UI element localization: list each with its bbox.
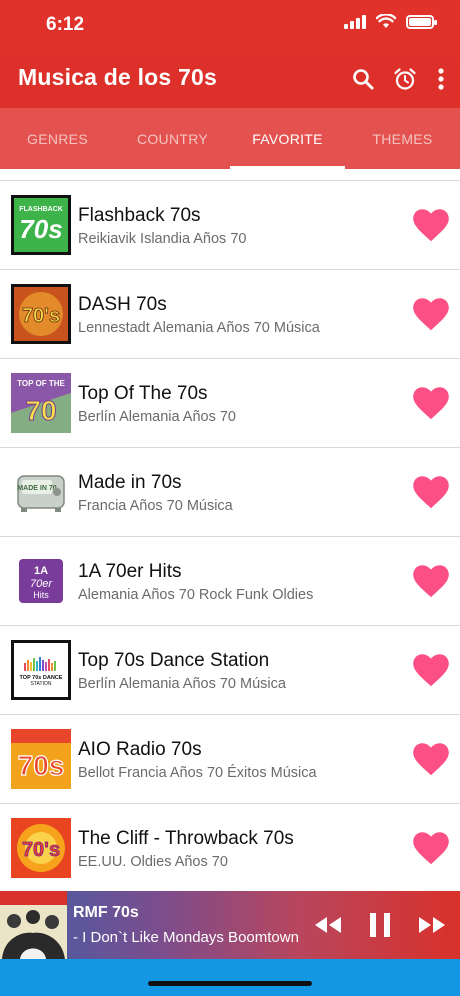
- station-description: Berlín Alemania Años 70 Música: [78, 676, 286, 692]
- now-playing-track: - I Don`t Like Mondays Boomtown Rats: [73, 929, 301, 946]
- album-art: [0, 891, 67, 959]
- rewind-button[interactable]: [310, 907, 346, 943]
- status-time: 6:12: [46, 14, 85, 35]
- station-row[interactable]: TOP 70s DANCE STATION Top 70s Dance Stat…: [0, 625, 460, 714]
- header-actions: [350, 64, 448, 94]
- status-bar: 6:12: [0, 0, 460, 50]
- signal-icon: [344, 14, 366, 29]
- station-logo: TOP 70s DANCE STATION: [11, 640, 71, 700]
- station-row[interactable]: 1A 70er Hits 1A 70er Hits Alemania Años …: [0, 536, 460, 625]
- tab-bar: GENRES COUNTRY FAVORITE THEMES: [0, 108, 460, 169]
- more-vert-icon: [438, 68, 444, 90]
- svg-text:STATION: STATION: [31, 681, 52, 687]
- station-description: Lennestadt Alemania Años 70 Música: [78, 320, 320, 336]
- tab-favorite[interactable]: FAVORITE: [230, 108, 345, 169]
- svg-text:Hits: Hits: [33, 590, 49, 600]
- station-name: 1A 70er Hits: [78, 561, 182, 582]
- heart-icon[interactable]: [412, 831, 450, 865]
- heart-icon[interactable]: [412, 208, 450, 242]
- station-row[interactable]: MADE IN 70 Made in 70s Francia Años 70 M…: [0, 447, 460, 536]
- station-row[interactable]: 70's DASH 70s Lennestadt Alemania Años 7…: [0, 269, 460, 358]
- station-row[interactable]: 70's The Cliff - Throwback 70s EE.UU. Ol…: [0, 803, 460, 891]
- station-description: Reikiavik Islandia Años 70: [78, 231, 247, 247]
- station-logo: MADE IN 70: [11, 462, 71, 522]
- svg-text:TOP OF THE: TOP OF THE: [17, 379, 65, 388]
- now-playing-station: RMF 70s: [73, 904, 139, 921]
- station-row[interactable]: 70s AIO Radio 70s Bellot Francia Años 70…: [0, 714, 460, 803]
- heart-icon[interactable]: [412, 653, 450, 687]
- station-row[interactable]: TOP OF THE 70 Top Of The 70s Berlín Alem…: [0, 358, 460, 447]
- station-name: AIO Radio 70s: [78, 739, 202, 760]
- home-indicator[interactable]: [148, 981, 312, 986]
- station-logo: 70s: [11, 729, 71, 789]
- svg-text:70s: 70s: [19, 214, 62, 244]
- station-name: Top Of The 70s: [78, 383, 208, 404]
- search-button[interactable]: [350, 64, 376, 94]
- station-name: Top 70s Dance Station: [78, 650, 270, 671]
- rewind-icon: [315, 917, 341, 933]
- svg-text:70s: 70s: [18, 750, 65, 781]
- search-icon: [353, 69, 374, 90]
- station-logo: 70's: [11, 818, 71, 878]
- heart-icon[interactable]: [412, 475, 450, 509]
- mini-player[interactable]: RMF 70s - I Don`t Like Mondays Boomtown …: [0, 891, 460, 959]
- svg-text:FLASHBACK: FLASHBACK: [19, 206, 63, 213]
- battery-icon: [406, 14, 437, 29]
- svg-text:70er: 70er: [30, 578, 53, 590]
- station-description: Francia Años 70 Música: [78, 498, 233, 514]
- alarm-icon: [394, 68, 416, 90]
- station-description: EE.UU. Oldies Años 70: [78, 854, 228, 870]
- svg-text:70's: 70's: [22, 305, 60, 327]
- station-logo: FLASHBACK 70s: [11, 195, 71, 255]
- station-description: Berlín Alemania Años 70: [78, 409, 236, 425]
- status-icons: [344, 14, 437, 29]
- station-name: The Cliff - Throwback 70s: [78, 828, 294, 849]
- station-logo: 1A 70er Hits: [11, 551, 71, 611]
- heart-icon[interactable]: [412, 297, 450, 331]
- heart-icon[interactable]: [412, 742, 450, 776]
- heart-icon[interactable]: [412, 386, 450, 420]
- station-name: Made in 70s: [78, 472, 182, 493]
- station-description: Bellot Francia Años 70 Éxitos Música: [78, 765, 317, 781]
- fast-forward-button[interactable]: [414, 907, 450, 943]
- svg-text:70: 70: [25, 395, 56, 426]
- alarm-button[interactable]: [392, 64, 418, 94]
- player-controls: [310, 907, 450, 943]
- station-name: DASH 70s: [78, 294, 167, 315]
- svg-text:1A: 1A: [34, 565, 48, 577]
- svg-text:MADE IN 70: MADE IN 70: [17, 485, 56, 492]
- fast-forward-icon: [419, 917, 445, 933]
- pause-button[interactable]: [362, 907, 398, 943]
- station-name: Flashback 70s: [78, 205, 201, 226]
- station-row[interactable]: FLASHBACK 70s Flashback 70s Reikiavik Is…: [0, 180, 460, 269]
- wifi-icon: [376, 14, 396, 28]
- station-logo: 70's: [11, 284, 71, 344]
- station-description: Alemania Años 70 Rock Funk Oldies: [78, 587, 314, 603]
- more-options-button[interactable]: [434, 64, 448, 94]
- app-header: 6:12 Musica de los 70s GENRES COUNTRY FA…: [0, 0, 460, 169]
- tab-country[interactable]: COUNTRY: [115, 108, 230, 169]
- favorite-station-list: FLASHBACK 70s Flashback 70s Reikiavik Is…: [0, 169, 460, 891]
- tab-genres[interactable]: GENRES: [0, 108, 115, 169]
- station-logo: TOP OF THE 70: [11, 373, 71, 433]
- bottom-bar: [0, 959, 460, 996]
- tab-themes[interactable]: THEMES: [345, 108, 460, 169]
- pause-icon: [370, 913, 390, 937]
- app-title: Musica de los 70s: [18, 64, 217, 90]
- heart-icon[interactable]: [412, 564, 450, 598]
- svg-text:70's: 70's: [22, 839, 60, 861]
